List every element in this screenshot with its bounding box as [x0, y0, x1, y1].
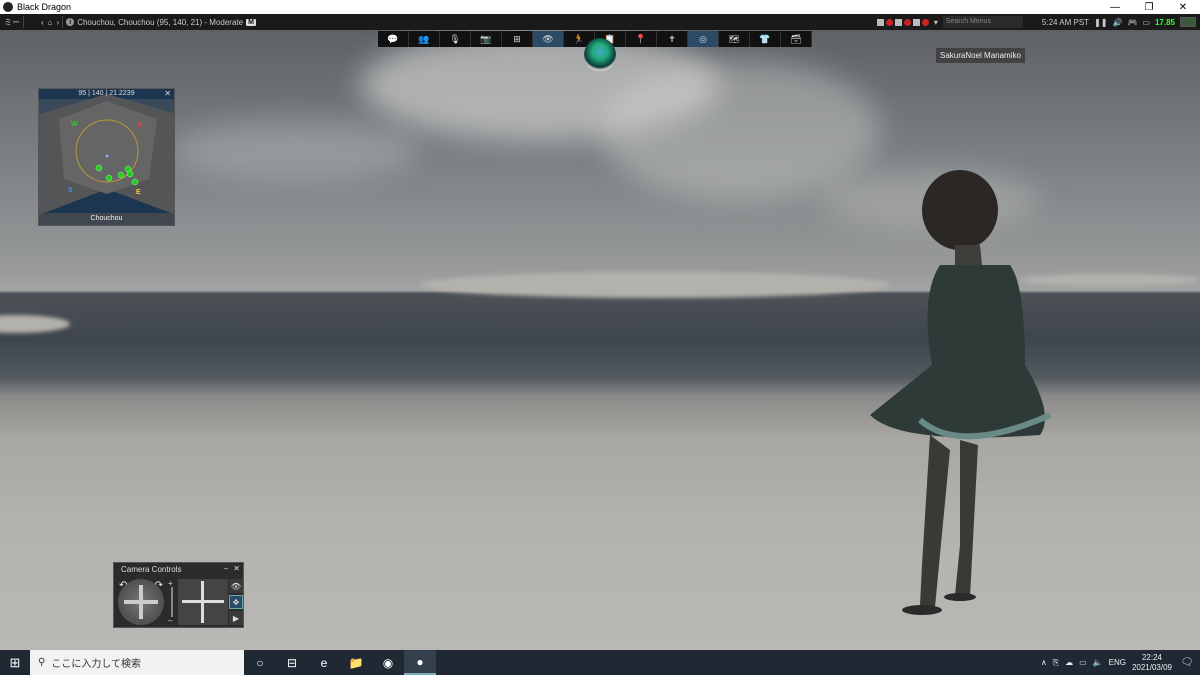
orbit-control[interactable]: ↶ ↷ — [118, 579, 164, 625]
location-bar[interactable]: i Chouchou, Chouchou (95, 140, 21) - Mod… — [66, 18, 256, 27]
inventory-icon[interactable]: 🗃 — [781, 31, 812, 47]
avatar-figure[interactable] — [860, 165, 1060, 635]
home-icon[interactable]: ⌂ — [48, 18, 53, 27]
close-icon[interactable]: ✕ — [164, 89, 171, 98]
camera-controls-title: Camera Controls — [121, 565, 182, 574]
edge-icon[interactable]: e — [308, 650, 340, 675]
dropdown-icon[interactable]: ▾ — [934, 18, 938, 27]
camera-controls-panel[interactable]: Camera Controls – ✕ ↶ ↷ + – 👁 ✥ ▶ — [113, 562, 244, 628]
taskbar-apps: ○ ⊟ e 📁 ◉ ● — [244, 650, 436, 675]
cloud-icon[interactable]: ☁ — [1065, 658, 1073, 667]
appearance-icon[interactable]: 👕 — [750, 31, 781, 47]
minimap-terrain — [39, 94, 174, 215]
pose-icon[interactable]: ✝ — [657, 31, 688, 47]
minimap-coords: 95 | 140 | 21.2239 — [78, 90, 135, 97]
show-hidden-icons-icon[interactable]: ∧ — [1041, 658, 1047, 667]
script-icon — [894, 18, 902, 26]
rotate-right-icon[interactable]: ↷ — [155, 580, 163, 591]
divider — [23, 16, 24, 28]
info-icon[interactable]: i — [66, 18, 75, 26]
taskbar-search-input[interactable]: ⚲ ここに入力して検索 — [30, 650, 244, 675]
menubar-right: ▾ Search Menus 5:24 AM PST ❚❚ 🔊 🎮 ▭ 17.8… — [876, 14, 1196, 30]
compass-west: W — [71, 121, 78, 128]
notification-icon[interactable]: 🗨 — [1178, 650, 1196, 675]
viewer-menubar: ミー ‹ ⌂ › i Chouchou, Chouchou (95, 140, … — [0, 14, 1200, 30]
timeline-icon[interactable]: ⊟ — [276, 650, 308, 675]
no-push-icon — [921, 18, 929, 26]
system-tray: ∧ ⎘ ☁ ▭ 🔈 ENG 22:24 2021/03/09 🗨 — [1041, 650, 1200, 675]
bandwidth-meter[interactable] — [1180, 17, 1196, 27]
build-icon — [876, 18, 884, 26]
clock-time: 22:24 — [1141, 652, 1162, 662]
pan-control[interactable] — [178, 579, 228, 625]
eye-view-icon[interactable]: 👁 — [229, 579, 243, 593]
chat-icon[interactable]: 💬 — [378, 31, 409, 47]
pan-mode-icon[interactable]: ✥ — [229, 595, 243, 609]
close-button[interactable]: ✕ — [1166, 0, 1200, 14]
search-menus-input[interactable]: Search Menus — [942, 16, 1023, 28]
build-icon[interactable]: ⊞ — [502, 31, 533, 47]
back-arrow-icon[interactable]: ‹ — [41, 18, 44, 27]
radar-icon[interactable]: ◎ — [688, 31, 719, 47]
world-map-icon[interactable]: 🗺 — [719, 31, 750, 47]
pause-icon[interactable]: ❚❚ — [1094, 18, 1107, 27]
zoom-out-icon[interactable]: – — [168, 616, 172, 625]
camera-icon[interactable]: 👁 — [533, 31, 564, 47]
clock-text: 5:24 AM PST — [1041, 17, 1090, 27]
task-view-icon[interactable]: ○ — [244, 650, 276, 675]
no-script-icon — [903, 18, 911, 26]
minimize-icon[interactable]: – — [224, 564, 228, 573]
fly-icon — [912, 18, 920, 26]
map-pin-icon[interactable]: 📍 — [626, 31, 657, 47]
speaker-icon[interactable]: 🔈 — [1093, 658, 1103, 667]
zoom-slider[interactable]: + – — [168, 579, 176, 625]
compass-south: S — [68, 187, 73, 194]
joystick-icon[interactable] — [584, 38, 616, 72]
search-placeholder: ここに入力して検索 — [51, 659, 142, 670]
no-build-icon — [885, 18, 893, 26]
world-viewport[interactable] — [0, 30, 1200, 650]
volume-icon[interactable]: 🔊 — [1112, 18, 1122, 27]
monitor-icon[interactable]: ▭ — [1142, 18, 1150, 27]
app-icon — [3, 2, 13, 12]
black-dragon-icon[interactable]: ● — [404, 650, 436, 675]
window-controls: — ❐ ✕ — [1098, 0, 1200, 14]
avatar-name-tag: SakuraNoel Manamiko — [936, 48, 1025, 63]
people-icon[interactable]: 👥 — [409, 31, 440, 47]
camera-mode-buttons: 👁 ✥ ▶ — [229, 579, 243, 625]
rotate-left-icon[interactable]: ↶ — [119, 580, 127, 591]
language-indicator[interactable]: ENG — [1109, 658, 1126, 667]
video-camera-icon[interactable]: ▶ — [229, 611, 243, 625]
voice-icon[interactable]: 🎙 — [440, 31, 471, 47]
main-menu[interactable]: ミー — [4, 17, 20, 28]
minimize-button[interactable]: — — [1098, 0, 1132, 14]
compass-north: N — [137, 122, 143, 129]
clock-date: 2021/03/09 — [1131, 662, 1172, 672]
windows-taskbar: ⊞ ⚲ ここに入力して検索 ○ ⊟ e 📁 ◉ ● ∧ ⎘ ☁ ▭ 🔈 ENG 22:24… — [0, 650, 1200, 675]
fps-counter: 17.85 — [1154, 17, 1175, 27]
maximize-button[interactable]: ❐ — [1132, 0, 1166, 14]
divider — [62, 16, 64, 28]
snapshot-icon[interactable]: 📷 — [471, 31, 502, 47]
window-title: Black Dragon — [17, 2, 72, 12]
gamepad-icon[interactable]: 🎮 — [1127, 18, 1137, 27]
network-icon[interactable]: ▭ — [1079, 658, 1087, 667]
compass-east: E — [136, 189, 141, 196]
close-icon[interactable]: ✕ — [233, 564, 240, 573]
maturity-rating-badge: M — [246, 18, 256, 26]
location-text: Chouchou, Chouchou (95, 140, 21) - Moder… — [77, 17, 244, 27]
search-icon: ⚲ — [38, 657, 46, 668]
minimap-region-name: Chouchou — [39, 213, 174, 225]
file-explorer-icon[interactable]: 📁 — [340, 650, 372, 675]
usb-icon[interactable]: ⎘ — [1053, 658, 1059, 668]
forward-arrow-icon[interactable]: › — [57, 18, 60, 27]
minimap-panel[interactable]: 95 | 140 | 21.2239 ✕ W N S E Chouchou — [38, 88, 175, 226]
parcel-status-icons — [876, 18, 929, 26]
start-button[interactable]: ⊞ — [0, 650, 30, 675]
window-titlebar: Black Dragon — ❐ ✕ — [0, 0, 1200, 14]
taskbar-clock[interactable]: 22:24 2021/03/09 — [1132, 653, 1172, 673]
chrome-icon[interactable]: ◉ — [372, 650, 404, 675]
